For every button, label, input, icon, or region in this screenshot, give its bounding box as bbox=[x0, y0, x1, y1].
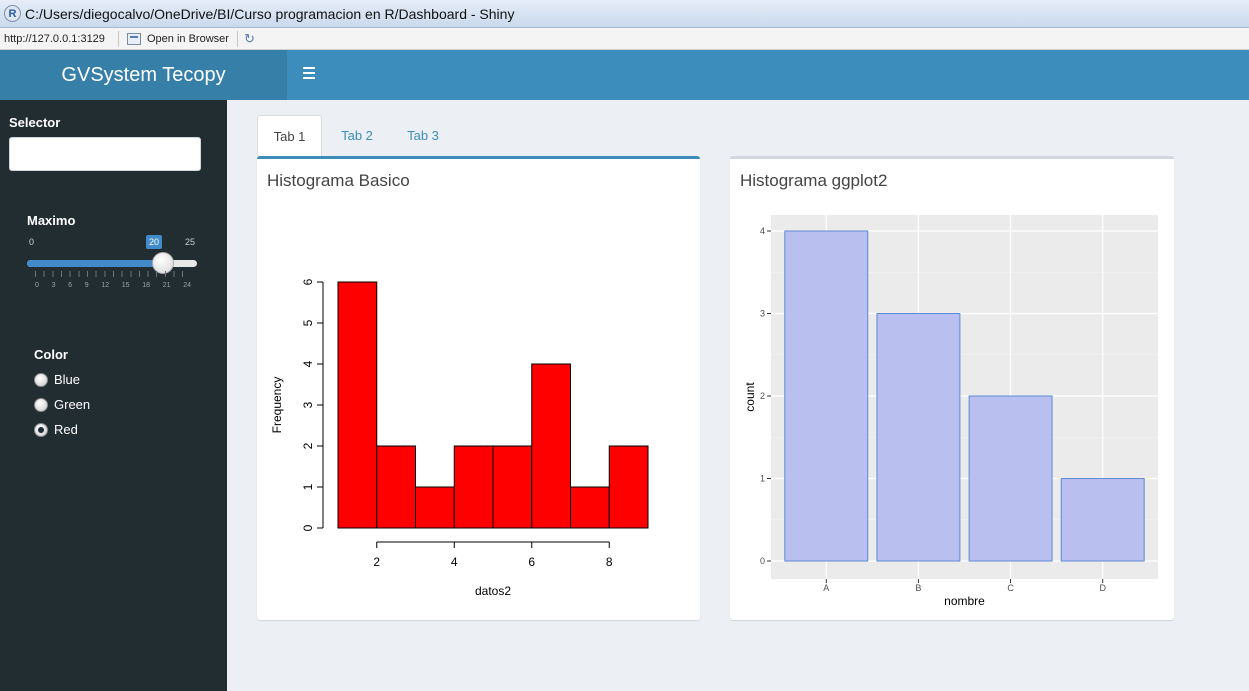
radio-button-selected-icon[interactable] bbox=[34, 422, 48, 437]
slider-tick-labels: 0 3 6 9 12 15 18 21 24 bbox=[35, 282, 191, 289]
selector-input[interactable] bbox=[9, 137, 201, 171]
x-tick-label: 8 bbox=[606, 555, 613, 569]
histogram-bar bbox=[453, 445, 494, 529]
maximo-slider[interactable]: 0 25 20 0 3 6 9 12 15 18 21 24 bbox=[27, 235, 197, 289]
histogram-bar bbox=[376, 445, 416, 529]
bar bbox=[1060, 478, 1145, 562]
url-text: http://127.0.0.1:3129 bbox=[4, 32, 105, 45]
slider-fill bbox=[27, 260, 163, 267]
histogram-bar bbox=[492, 445, 533, 529]
url-bar: http://127.0.0.1:3129 Open in Browser ↻ bbox=[0, 28, 1249, 50]
brand-logo[interactable]: GVSystem Tecopy bbox=[0, 50, 287, 100]
tab-1[interactable]: Tab 1 bbox=[257, 115, 322, 156]
refresh-icon[interactable]: ↻ bbox=[242, 31, 255, 47]
radio-red[interactable]: Red bbox=[34, 422, 78, 437]
slider-tick-label: 21 bbox=[162, 282, 171, 289]
slider-tick-label: 12 bbox=[101, 282, 110, 289]
slider-tick-label: 24 bbox=[183, 282, 191, 289]
histogram-bar bbox=[337, 281, 378, 529]
x-tick-label: B bbox=[915, 583, 921, 593]
y-axis-label: Frequency bbox=[270, 377, 284, 434]
y-tick-label: 1 bbox=[301, 483, 315, 490]
histogram-ggplot-box: Histograma ggplot2 A B C D 0 1 2 3 4 nombre count bbox=[730, 156, 1174, 620]
slider-tick-label: 3 bbox=[51, 282, 56, 289]
y-axis-label: count bbox=[743, 382, 757, 412]
slider-label: Maximo bbox=[27, 213, 76, 228]
window-titlebar: R C:/Users/diegocalvo/OneDrive/BI/Curso … bbox=[0, 0, 1249, 28]
window-title: C:/Users/diegocalvo/OneDrive/BI/Curso pr… bbox=[25, 5, 515, 22]
histogram-bar bbox=[415, 486, 455, 529]
histogram-basic-chart: 0 1 2 3 4 5 6 2 4 6 8 datos2 Frequency bbox=[270, 278, 649, 598]
y-tick-label: 2 bbox=[760, 391, 765, 401]
histogram-bar bbox=[608, 445, 649, 529]
bar bbox=[876, 313, 961, 562]
histogram-basic-box: Histograma Basico 0 1 2 3 4 5 6 2 4 6 8 datos2 Frequ… bbox=[257, 156, 700, 620]
radio-label: Red bbox=[54, 422, 78, 437]
color-label: Color bbox=[34, 347, 68, 362]
r-logo-icon: R bbox=[4, 5, 21, 22]
bar bbox=[784, 230, 869, 562]
y-tick-label: 5 bbox=[301, 319, 315, 326]
x-tick-label: A bbox=[823, 583, 829, 593]
y-tick-label: 3 bbox=[301, 401, 315, 408]
histogram-ggplot-chart: A B C D 0 1 2 3 4 nombre count bbox=[743, 215, 1158, 608]
y-tick-label: 3 bbox=[760, 309, 765, 319]
top-navbar bbox=[287, 50, 1249, 100]
y-tick-label: 1 bbox=[760, 474, 765, 484]
y-tick-label: 4 bbox=[301, 360, 315, 367]
slider-min-label: 0 bbox=[29, 237, 35, 247]
slider-max-label: 25 bbox=[184, 237, 195, 247]
x-tick-label: 4 bbox=[451, 555, 458, 569]
slider-tick-label: 0 bbox=[35, 282, 39, 289]
radio-blue[interactable]: Blue bbox=[34, 372, 80, 387]
sidebar: Selector Maximo 0 25 20 0 3 6 9 12 15 18 21 24 C… bbox=[0, 100, 227, 691]
tab-2[interactable]: Tab 2 bbox=[330, 115, 384, 156]
x-axis-label: nombre bbox=[944, 594, 985, 608]
slider-value-badge: 20 bbox=[146, 235, 163, 249]
tab-3[interactable]: Tab 3 bbox=[396, 115, 450, 156]
y-tick-label: 2 bbox=[301, 442, 315, 449]
divider bbox=[236, 30, 238, 47]
slider-tick-label: 6 bbox=[68, 282, 73, 289]
y-tick-label: 6 bbox=[301, 278, 315, 285]
histogram-bar bbox=[570, 486, 610, 529]
y-tick-label: 4 bbox=[760, 226, 765, 236]
open-in-browser-button[interactable]: Open in Browser bbox=[123, 32, 233, 45]
radio-green[interactable]: Green bbox=[34, 397, 90, 412]
radio-button-icon[interactable] bbox=[34, 372, 48, 387]
divider bbox=[118, 30, 119, 47]
x-tick-label: 2 bbox=[373, 555, 380, 569]
radio-button-icon[interactable] bbox=[34, 397, 48, 412]
bar bbox=[968, 395, 1053, 562]
slider-minor-ticks bbox=[35, 271, 191, 277]
slider-tick-label: 9 bbox=[84, 282, 89, 289]
x-tick-label: C bbox=[1007, 583, 1014, 593]
radio-label: Blue bbox=[54, 372, 81, 387]
y-tick-label: 0 bbox=[760, 556, 765, 566]
browser-window-icon bbox=[127, 32, 141, 45]
x-axis-label: datos2 bbox=[475, 584, 511, 598]
histogram-bar bbox=[531, 363, 571, 529]
x-tick-label: D bbox=[1099, 583, 1106, 593]
selector-label: Selector bbox=[9, 115, 61, 130]
sidebar-toggle-icon[interactable] bbox=[303, 67, 315, 81]
slider-tick-label: 18 bbox=[142, 282, 151, 289]
y-tick-label: 0 bbox=[301, 524, 315, 531]
slider-tick-label: 15 bbox=[121, 282, 130, 289]
x-tick-label: 6 bbox=[528, 555, 535, 569]
radio-label: Green bbox=[54, 397, 91, 412]
open-in-browser-label: Open in Browser bbox=[147, 32, 229, 45]
